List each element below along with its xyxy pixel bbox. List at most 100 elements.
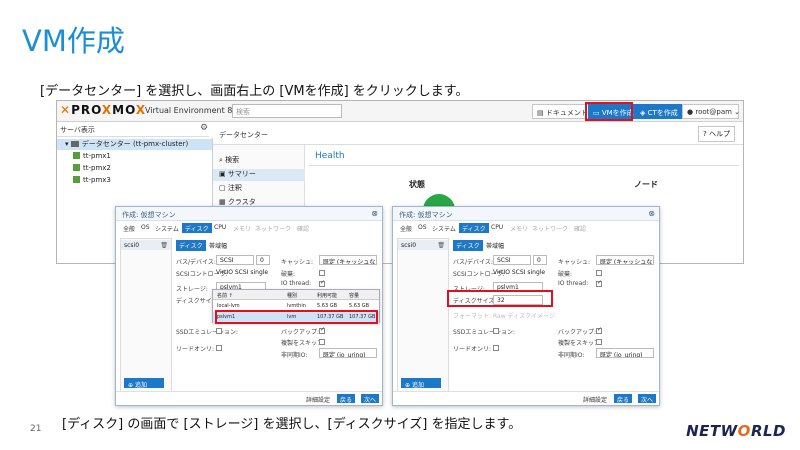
discard-checkbox[interactable] bbox=[319, 270, 325, 276]
bus-label: バス/デバイス: bbox=[176, 259, 216, 266]
highlight-create-vm bbox=[585, 102, 633, 121]
bus-select[interactable]: SCSI bbox=[216, 255, 254, 265]
storage-label: ストレージ: bbox=[176, 286, 208, 293]
search-input[interactable]: 検索 bbox=[232, 104, 342, 118]
tab-cpu[interactable]: CPU bbox=[211, 223, 229, 233]
highlight-storage bbox=[215, 310, 378, 324]
readonly-checkbox[interactable] bbox=[493, 345, 499, 351]
user-menu-button[interactable]: ● root@pam ⌄ bbox=[682, 104, 741, 119]
dialog-footer: 詳細設定 戻る 次へ bbox=[116, 391, 382, 405]
tree-view-select[interactable]: サーバ表示 bbox=[57, 123, 209, 137]
tab-memory[interactable]: メモリ bbox=[507, 223, 531, 233]
storage-capacity: 5.63 GB bbox=[349, 303, 370, 309]
tab-os[interactable]: OS bbox=[415, 223, 430, 233]
tree-item-node[interactable]: tt-pmx3 bbox=[73, 176, 111, 187]
controller-value: VirtIO SCSI single bbox=[493, 269, 546, 276]
tab-cpu[interactable]: CPU bbox=[488, 223, 506, 233]
bus-select[interactable]: SCSI bbox=[493, 255, 531, 265]
backup-checkbox[interactable] bbox=[319, 326, 325, 334]
tree-item-node[interactable]: tt-pmx1 bbox=[73, 152, 111, 163]
proxmox-logo: ✕PROXMOX bbox=[60, 103, 147, 117]
caption-top: [データセンター] を選択し、画面右上の [VMを作成] をクリックします。 bbox=[40, 84, 469, 99]
gear-icon[interactable]: ⚙ bbox=[200, 123, 208, 133]
help-button[interactable]: ? ヘルプ bbox=[698, 126, 735, 142]
skip-replication-checkbox[interactable] bbox=[596, 339, 602, 345]
bus-index-input[interactable]: 0 bbox=[533, 255, 547, 265]
cache-select[interactable]: 既定 (キャッシュなし) bbox=[319, 255, 377, 265]
next-button[interactable]: 次へ bbox=[637, 394, 656, 404]
format-label: フォーマット: bbox=[453, 313, 492, 320]
cache-select[interactable]: 既定 (キャッシュなし) bbox=[596, 255, 654, 265]
tab-confirm[interactable]: 確認 bbox=[571, 223, 589, 233]
disk-list: scsi0 🗑 ⊕ 追加 bbox=[120, 238, 172, 392]
tab-os[interactable]: OS bbox=[138, 223, 153, 233]
menu-item-search[interactable]: ⌕ 検索 bbox=[219, 155, 239, 167]
back-button[interactable]: 戻る bbox=[336, 394, 355, 404]
readonly-checkbox[interactable] bbox=[216, 345, 222, 351]
tab-general[interactable]: 全般 bbox=[397, 223, 415, 233]
tab-system[interactable]: システム bbox=[152, 223, 182, 233]
documentation-button[interactable]: ▤ ドキュメント bbox=[532, 104, 593, 119]
chevron-down-icon: ⌄ bbox=[731, 108, 741, 116]
subtab-disk[interactable]: ディスク bbox=[453, 240, 483, 251]
subtab-disk[interactable]: ディスク bbox=[176, 240, 206, 251]
create-ct-button[interactable]: ◈ CTを作成 bbox=[635, 104, 683, 119]
cache-label: キャッシュ: bbox=[558, 259, 591, 266]
add-disk-button[interactable]: ⊕ 追加 bbox=[401, 378, 441, 389]
status-heading: 状態 bbox=[409, 180, 425, 189]
disk-item-scsi0[interactable]: scsi0 🗑 bbox=[398, 240, 448, 250]
menu-item-notes[interactable]: ▢ 注釈 bbox=[219, 183, 242, 195]
col-name[interactable]: 名前 ↑ bbox=[217, 292, 233, 299]
trash-icon[interactable]: 🗑 bbox=[437, 242, 445, 249]
dialog-title: 作成: 仮想マシン bbox=[116, 207, 382, 221]
close-icon[interactable]: ⊗ bbox=[648, 209, 655, 218]
tab-network[interactable]: ネットワーク bbox=[252, 223, 294, 233]
backup-checkbox[interactable] bbox=[596, 326, 602, 334]
async-io-select[interactable]: 既定 (io_uring) bbox=[319, 348, 377, 358]
iothread-checkbox[interactable] bbox=[319, 279, 325, 287]
menu-item-summary[interactable]: ▣ サマリー bbox=[213, 169, 305, 181]
subtab-bandwidth[interactable]: 帯域幅 bbox=[206, 240, 230, 251]
bus-index-input[interactable]: 0 bbox=[256, 255, 270, 265]
add-disk-button[interactable]: ⊕ 追加 bbox=[124, 378, 164, 389]
networld-logo: NETWORLD bbox=[686, 422, 786, 440]
plus-icon: ⊕ bbox=[128, 382, 135, 389]
ssd-checkbox[interactable] bbox=[216, 328, 222, 334]
ssd-checkbox[interactable] bbox=[493, 328, 499, 334]
tab-system[interactable]: システム bbox=[429, 223, 459, 233]
async-io-select[interactable]: 既定 (io_uring) bbox=[596, 348, 654, 358]
close-icon[interactable]: ⊗ bbox=[371, 209, 378, 218]
divider bbox=[309, 165, 739, 166]
advanced-toggle[interactable]: 詳細設定 bbox=[306, 395, 330, 404]
advanced-toggle[interactable]: 詳細設定 bbox=[583, 395, 607, 404]
tab-confirm[interactable]: 確認 bbox=[294, 223, 312, 233]
ssd-label: SSDエミュレーション: bbox=[453, 329, 516, 336]
iothread-checkbox[interactable] bbox=[596, 279, 602, 287]
bus-label: バス/デバイス: bbox=[453, 259, 493, 266]
col-type[interactable]: 種別 bbox=[287, 292, 297, 299]
tab-disk[interactable]: ディスク bbox=[459, 223, 489, 233]
async-io-label: 非同期IO: bbox=[558, 352, 585, 359]
tab-network[interactable]: ネットワーク bbox=[529, 223, 571, 233]
col-available[interactable]: 利用可能 bbox=[317, 292, 337, 299]
book-icon: ▤ bbox=[537, 109, 546, 117]
cube-icon: ◈ bbox=[640, 109, 648, 117]
col-capacity[interactable]: 容量 bbox=[349, 292, 359, 299]
tab-disk[interactable]: ディスク bbox=[182, 223, 212, 233]
back-button[interactable]: 戻る bbox=[613, 394, 632, 404]
plus-icon: ⊕ bbox=[405, 382, 412, 389]
cluster-icon: ▦ bbox=[219, 198, 228, 206]
tab-general[interactable]: 全般 bbox=[120, 223, 138, 233]
readonly-label: リードオンリ: bbox=[453, 346, 492, 353]
trash-icon[interactable]: 🗑 bbox=[160, 242, 168, 249]
page-number: 21 bbox=[30, 424, 42, 434]
tab-memory[interactable]: メモリ bbox=[230, 223, 254, 233]
skip-replication-checkbox[interactable] bbox=[319, 339, 325, 345]
subtab-bandwidth[interactable]: 帯域幅 bbox=[483, 240, 507, 251]
tree-item-node[interactable]: tt-pmx2 bbox=[73, 164, 111, 175]
next-button[interactable]: 次へ bbox=[360, 394, 379, 404]
backup-label: バックアップ: bbox=[558, 329, 597, 336]
disk-item-scsi0[interactable]: scsi0 🗑 bbox=[121, 240, 171, 250]
tree-item-datacenter[interactable]: ▾ データセンター (tt-pmx-cluster) bbox=[57, 139, 212, 150]
discard-checkbox[interactable] bbox=[596, 270, 602, 276]
